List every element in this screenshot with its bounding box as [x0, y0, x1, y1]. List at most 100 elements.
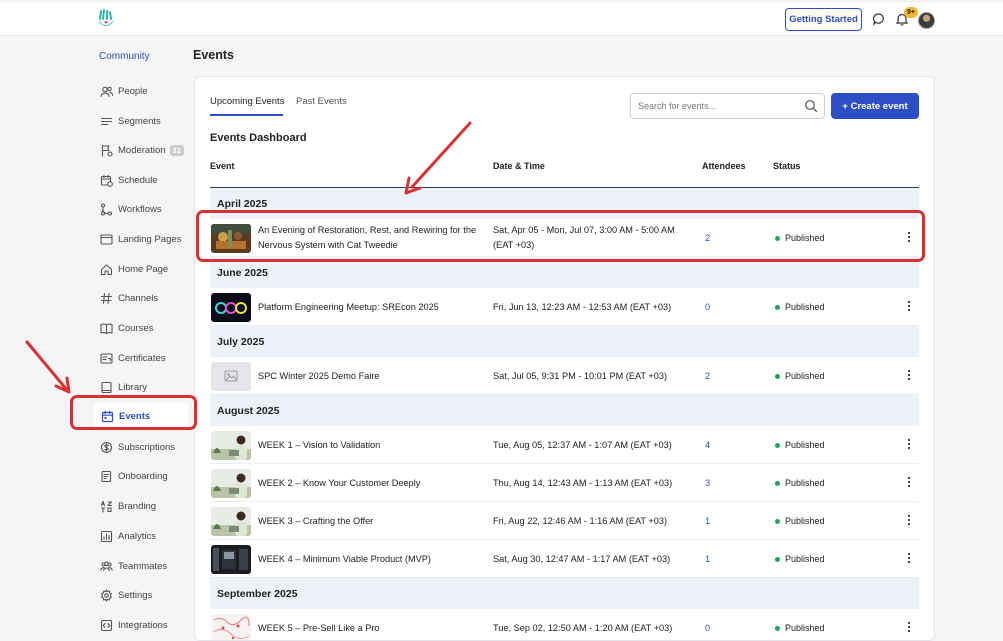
event-attendees-link[interactable]: 1	[705, 540, 710, 578]
landing-page-icon	[100, 233, 113, 245]
month-group-header: August 2025	[210, 395, 919, 426]
more-options-icon[interactable]	[905, 475, 913, 489]
branding-icon	[100, 500, 113, 513]
sidebar-item-label: Certificates	[118, 352, 166, 364]
teammates-icon	[100, 560, 113, 571]
event-date: Tue, Aug 05, 12:37 AM - 1:07 AM (EAT +03…	[493, 439, 672, 450]
event-thumbnail[interactable]	[211, 507, 251, 536]
sidebar-item-landing-pages[interactable]: Landing Pages	[100, 230, 181, 248]
calendar-clock-icon	[100, 174, 113, 187]
published-dot-icon	[775, 518, 780, 524]
event-thumbnail[interactable]	[211, 431, 251, 460]
event-thumbnail[interactable]	[211, 469, 251, 498]
published-dot-icon	[775, 373, 780, 379]
search-box[interactable]	[630, 93, 825, 119]
sidebar-item-segments[interactable]: Segments	[100, 112, 161, 130]
sidebar-item-analytics[interactable]: Analytics	[100, 527, 156, 545]
event-name[interactable]: WEEK 1 – Vision to Validation	[258, 426, 490, 464]
event-date: Thu, Aug 14, 12:43 AM - 1:13 AM (EAT +03…	[493, 477, 673, 488]
event-name[interactable]: SPC Winter 2025 Demo Faire	[258, 357, 490, 395]
sidebar-item-label: Teammates	[118, 560, 168, 572]
integrations-icon	[100, 619, 113, 631]
status-text: Published	[785, 623, 825, 633]
published-dot-icon	[775, 625, 780, 631]
create-event-button[interactable]: + Create event	[831, 93, 919, 119]
event-thumbnail[interactable]	[211, 614, 251, 640]
sidebar-item-label: Integrations	[118, 619, 168, 631]
sidebar-item-schedule[interactable]: Schedule	[100, 171, 158, 189]
search-input[interactable]	[638, 99, 798, 113]
more-options-icon[interactable]	[905, 299, 913, 313]
highlight-box-events-nav	[70, 395, 197, 430]
more-options-icon[interactable]	[905, 620, 913, 634]
event-date: Fri, Aug 22, 12:46 AM - 1:16 AM (EAT +03…	[493, 515, 668, 526]
event-attendees-link[interactable]: 0	[705, 288, 710, 326]
avatar[interactable]	[918, 12, 935, 29]
status-text: Published	[785, 440, 825, 450]
event-thumbnail[interactable]	[211, 545, 251, 574]
search-icon[interactable]	[804, 99, 818, 113]
event-attendees-link[interactable]: 4	[705, 426, 710, 464]
event-thumbnail[interactable]	[211, 362, 251, 391]
app-logo-icon[interactable]	[95, 8, 117, 30]
sidebar-item-library[interactable]: Library	[100, 378, 147, 396]
sidebar-title[interactable]: Community	[99, 51, 150, 62]
sidebar-item-label: Home Page	[118, 263, 169, 275]
sidebar-item-workflows[interactable]: Workflows	[100, 200, 162, 218]
event-attendees-link[interactable]: 2	[705, 357, 710, 395]
sidebar-item-people[interactable]: People	[100, 82, 148, 100]
event-name[interactable]: Platform Engineering Meetup: SREcon 2025	[258, 288, 490, 326]
status-badge: Published	[775, 502, 825, 540]
column-header-attendees: Attendees	[702, 161, 746, 171]
table-row[interactable]: WEEK 3 – Crafting the Offer Fri, Aug 22, …	[210, 502, 919, 540]
event-date: Sat, Aug 30, 12:47 AM - 1:17 AM (EAT +03…	[493, 553, 671, 564]
table-row[interactable]: WEEK 4 – Minimum Viable Product (MVP) Sat…	[210, 540, 919, 578]
more-options-icon[interactable]	[905, 368, 913, 382]
event-name[interactable]: WEEK 4 – Minimum Viable Product (MVP)	[258, 540, 490, 578]
more-options-icon[interactable]	[905, 551, 913, 565]
sidebar-item-home-page[interactable]: Home Page	[100, 260, 168, 278]
table-row[interactable]: WEEK 5 – Pre-Sell Like a Pro Tue, Sep 02,…	[210, 609, 919, 640]
sidebar-item-label: Channels	[118, 292, 159, 304]
sidebar-item-onboarding[interactable]: Onboarding	[100, 467, 168, 485]
event-date: Tue, Sep 02, 12:50 AM - 1:20 AM (EAT +03…	[493, 622, 673, 633]
event-attendees-link[interactable]: 3	[705, 464, 710, 502]
sidebar-item-certificates[interactable]: Certificates	[100, 349, 166, 367]
sidebar-item-subscriptions[interactable]: Subscriptions	[100, 438, 175, 456]
table-row[interactable]: Platform Engineering Meetup: SREcon 2025…	[210, 288, 919, 326]
sidebar-item-label: Settings	[118, 589, 153, 601]
more-options-icon[interactable]	[905, 437, 913, 451]
chat-icon[interactable]	[872, 12, 886, 26]
sidebar-item-courses[interactable]: Courses	[100, 319, 153, 337]
home-icon	[100, 263, 113, 275]
tab-upcoming-events[interactable]: Upcoming Events	[210, 96, 284, 107]
tab-past-events[interactable]: Past Events	[296, 96, 347, 107]
event-name[interactable]: WEEK 2 – Know Your Customer Deeply	[258, 464, 490, 502]
event-name[interactable]: WEEK 5 – Pre-Sell Like a Pro	[258, 609, 490, 640]
dashboard-title: Events Dashboard	[210, 132, 307, 144]
workflow-icon	[100, 202, 113, 216]
sidebar-item-label: Library	[118, 381, 148, 393]
sidebar-item-label: Courses	[118, 322, 154, 334]
table-row[interactable]: WEEK 1 – Vision to Validation Tue, Aug 05…	[210, 426, 919, 464]
sidebar-item-branding[interactable]: Branding	[100, 497, 156, 515]
sidebar-item-settings[interactable]: Settings	[100, 586, 152, 604]
table-row[interactable]: WEEK 2 – Know Your Customer Deeply Thu, A…	[210, 464, 919, 502]
sidebar-item-channels[interactable]: Channels	[100, 289, 158, 307]
event-name[interactable]: WEEK 3 – Crafting the Offer	[258, 502, 490, 540]
gear-icon	[101, 588, 112, 602]
moderation-count-badge: 31	[169, 144, 184, 156]
event-attendees-link[interactable]: 0	[705, 609, 710, 640]
sidebar-item-moderation[interactable]: Moderation 31	[100, 141, 184, 159]
event-attendees-link[interactable]: 1	[705, 502, 710, 540]
highlight-box-first-event	[196, 210, 925, 262]
getting-started-button[interactable]: Getting Started	[785, 8, 862, 31]
column-header-event: Event	[210, 161, 235, 171]
month-group-header: September 2025	[210, 578, 919, 609]
sidebar-item-integrations[interactable]: Integrations	[100, 616, 168, 634]
more-options-icon[interactable]	[905, 513, 913, 527]
table-row[interactable]: SPC Winter 2025 Demo Faire Sat, Jul 05, 9…	[210, 357, 919, 395]
sidebar-item-label: Onboarding	[118, 470, 168, 482]
sidebar-item-teammates[interactable]: Teammates	[100, 557, 167, 575]
event-thumbnail[interactable]	[211, 293, 251, 322]
